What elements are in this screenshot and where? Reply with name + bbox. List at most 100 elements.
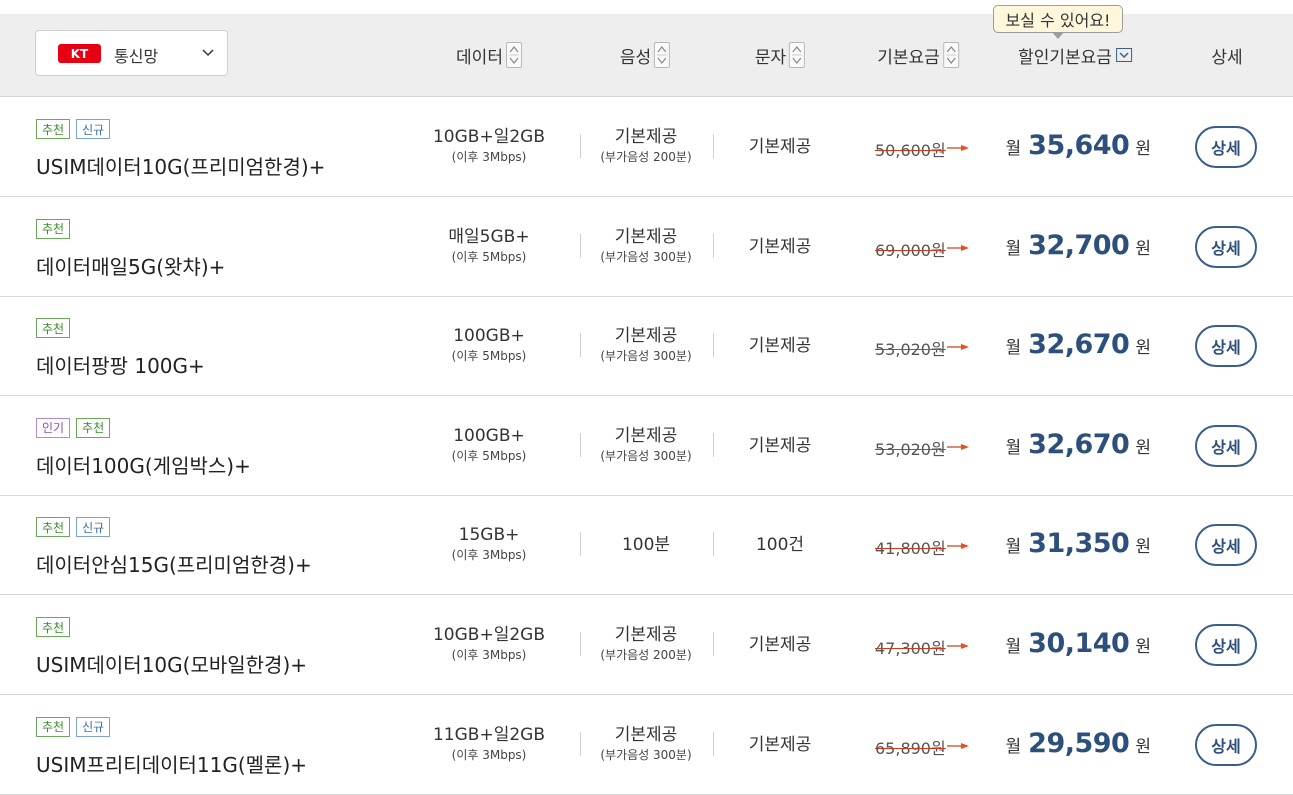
sort-updown-icon[interactable]	[789, 42, 806, 68]
discount-price: 월 29,590 원	[1006, 728, 1158, 759]
detail-button[interactable]: 상세	[1195, 424, 1257, 467]
plan-tags: 추천 신규	[36, 517, 111, 538]
plan-name[interactable]: USIM데이터10G(모바일한경)+	[36, 649, 307, 678]
month-label: 월	[1005, 238, 1022, 259]
currency-label: 원	[1135, 736, 1151, 757]
column-header-detail-label: 상세	[1211, 47, 1243, 68]
month-label: 월	[1005, 437, 1022, 458]
plan-row: 추천 신규 USIM프리티데이터11G(멜론)+ 11GB+일2GB (이후 3M…	[0, 695, 1293, 795]
data-cell: 11GB+일2GB (이후 3Mbps)	[433, 725, 545, 763]
detail-button[interactable]: 상세	[1195, 524, 1257, 567]
currency-label: 원	[1135, 139, 1151, 159]
sms-amount: 기본제공	[748, 236, 812, 257]
sms-cell: 기본제공	[749, 137, 812, 157]
column-header-detail: 상세	[1211, 44, 1243, 68]
month-label: 월	[1005, 338, 1022, 359]
voice-cell: 기본제공 (부가음성 200분)	[600, 625, 691, 663]
detail-button[interactable]: 상세	[1195, 126, 1257, 168]
network-select[interactable]: KT 통신망	[35, 30, 228, 76]
currency-label: 원	[1135, 637, 1151, 657]
tag-badge: 추천	[76, 417, 111, 438]
plan-name[interactable]: USIM프리티데이터11G(멜론)+	[36, 749, 307, 778]
plan-name[interactable]: 데이터팡팡 100G+	[36, 350, 205, 379]
detail-button[interactable]: 상세	[1195, 624, 1257, 666]
column-header-sms: 문자	[755, 42, 806, 68]
voice-extra-note: (부가음성 300분)	[600, 249, 692, 264]
data-amount: 10GB+일2GB	[432, 127, 546, 147]
data-cell: 10GB+일2GB (이후 3Mbps)	[433, 625, 545, 663]
voice-extra-note: (부가음성 300분)	[600, 747, 692, 762]
base-price: 53,020원	[875, 439, 946, 459]
data-amount: 100GB+	[453, 425, 525, 446]
column-header-voice: 음성	[619, 42, 671, 68]
month-label: 월	[1005, 637, 1022, 657]
sms-amount: 기본제공	[748, 435, 812, 456]
chevron-down-icon	[202, 49, 214, 57]
detail-button[interactable]: 상세	[1195, 723, 1257, 766]
currency-label: 원	[1135, 437, 1151, 458]
plan-row: 추천 신규 USIM데이터10G(프리미엄한경)+ 10GB+일2GB (이후 3…	[0, 97, 1293, 197]
detail-button[interactable]: 상세	[1195, 325, 1257, 368]
sort-updown-icon[interactable]	[505, 42, 522, 68]
divider	[713, 233, 714, 258]
arrow-right-icon	[947, 742, 969, 749]
divider	[580, 134, 581, 158]
arrow-right-icon	[947, 543, 969, 550]
voice-amount: 기본제공	[614, 226, 678, 247]
sms-cell: 100건	[756, 535, 804, 555]
base-price: 41,800원	[875, 539, 946, 559]
plan-name[interactable]: 데이터100G(게임박스)+	[36, 450, 251, 479]
sms-cell: 기본제공	[749, 436, 812, 456]
plan-name[interactable]: USIM데이터10G(프리미엄한경)+	[36, 151, 325, 180]
divider	[713, 731, 714, 756]
tag-badge: 추천	[36, 517, 71, 538]
plan-name[interactable]: 데이터매일5G(왓챠)+	[36, 251, 225, 280]
discount-price-value: 30,140	[1028, 628, 1130, 659]
sort-updown-icon[interactable]	[654, 42, 671, 68]
data-amount: 11GB+일2GB	[432, 724, 546, 745]
data-amount: 15GB+	[458, 525, 520, 546]
data-amount: 10GB+일2GB	[432, 625, 546, 645]
arrow-right-icon	[947, 244, 969, 251]
plan-tags: 추천 신규	[36, 716, 111, 737]
divider	[713, 333, 714, 358]
discount-price-value: 32,700	[1028, 229, 1130, 261]
tag-badge: 신규	[76, 716, 111, 737]
voice-extra-note: (부가음성 300분)	[600, 448, 692, 463]
voice-cell: 100분	[622, 535, 670, 555]
arrow-right-icon	[947, 145, 969, 151]
voice-cell: 기본제공 (부가음성 300분)	[600, 725, 691, 763]
divider	[580, 432, 581, 457]
chevron-down-box-icon[interactable]	[1115, 48, 1132, 62]
column-header-discount-fee: 할인기본요금	[1018, 44, 1132, 68]
discount-price-value: 31,350	[1028, 528, 1130, 560]
discount-price: 월 35,640 원	[1006, 130, 1158, 161]
sms-cell: 기본제공	[749, 735, 812, 755]
data-cell: 100GB+ (이후 5Mbps)	[452, 326, 527, 364]
sort-updown-icon[interactable]	[942, 42, 959, 68]
arrow-right-icon	[947, 443, 969, 450]
voice-cell: 기본제공 (부가음성 300분)	[600, 227, 691, 265]
divider	[713, 134, 714, 158]
plan-tags: 추천	[36, 318, 71, 339]
month-label: 월	[1005, 139, 1022, 159]
column-header-voice-label: 음성	[619, 47, 652, 68]
voice-extra-note: (부가음성 200분)	[600, 648, 692, 662]
voice-amount: 기본제공	[614, 625, 678, 645]
divider	[580, 233, 581, 258]
plan-row: 인기 추천 데이터100G(게임박스)+ 100GB+ (이후 5Mbps) 기본…	[0, 396, 1293, 496]
plan-name[interactable]: 데이터안심15G(프리미엄한경)+	[36, 549, 312, 578]
currency-label: 원	[1135, 537, 1151, 558]
discount-price-value: 32,670	[1028, 329, 1130, 361]
discount-price: 월 32,670 원	[1006, 329, 1158, 360]
tag-badge: 추천	[36, 716, 71, 737]
voice-extra-note: (부가음성 300분)	[600, 349, 692, 364]
sms-amount: 기본제공	[748, 137, 812, 157]
discount-price: 월 30,140 원	[1006, 628, 1158, 659]
column-header-base-fee-label: 기본요금	[877, 47, 940, 68]
data-speed-note: (이후 5Mbps)	[451, 448, 527, 463]
detail-button[interactable]: 상세	[1195, 225, 1257, 268]
data-speed-note: (이후 3Mbps)	[451, 747, 527, 762]
plan-tags: 추천	[36, 617, 71, 637]
tag-badge: 추천	[36, 119, 71, 139]
